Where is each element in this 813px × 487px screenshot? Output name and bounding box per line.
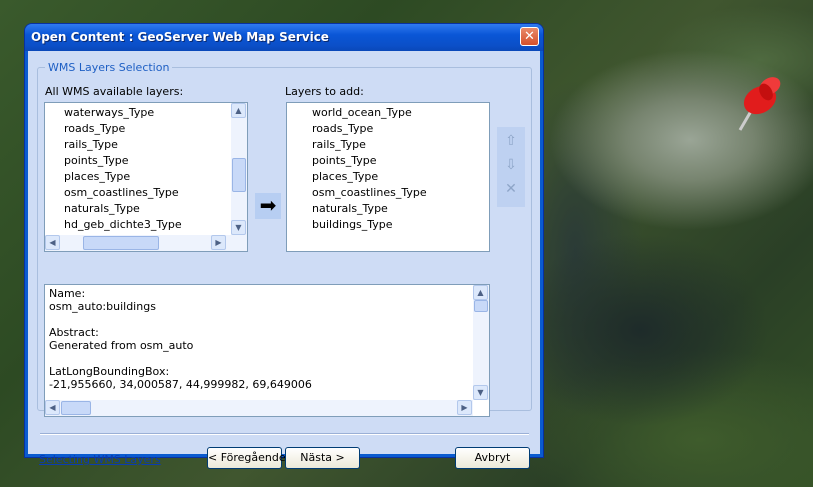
vertical-scrollbar[interactable]: ▲ ▼ xyxy=(473,285,489,400)
layers-to-add-list[interactable]: world_ocean_Type roads_Type rails_Type p… xyxy=(286,102,490,252)
scroll-up-icon[interactable]: ▲ xyxy=(231,103,246,118)
info-line: osm_auto:buildings xyxy=(49,300,156,313)
list-item[interactable]: rails_Type xyxy=(64,138,118,151)
list-item[interactable]: hd_geb_dichte3_Type xyxy=(64,218,182,231)
horizontal-scrollbar[interactable]: ◀ ▶ xyxy=(45,235,247,251)
list-item[interactable]: osm_coastlines_Type xyxy=(64,186,179,199)
scroll-up-icon[interactable]: ▲ xyxy=(473,285,488,300)
list-item[interactable]: roads_Type xyxy=(312,122,373,135)
list-item[interactable]: waterways_Type xyxy=(64,106,154,119)
dialog-window: Open Content : GeoServer Web Map Service… xyxy=(25,24,543,469)
info-line: Abstract: xyxy=(49,326,99,339)
info-line: Name: xyxy=(49,287,86,300)
info-line: LatLongBoundingBox: xyxy=(49,365,170,378)
scroll-thumb[interactable] xyxy=(61,401,91,415)
list-item[interactable]: naturals_Type xyxy=(312,202,388,215)
list-item[interactable]: points_Type xyxy=(64,154,129,167)
scroll-down-icon[interactable]: ▼ xyxy=(231,220,246,235)
title-bar[interactable]: Open Content : GeoServer Web Map Service… xyxy=(25,24,543,51)
scroll-right-icon[interactable]: ▶ xyxy=(457,400,472,415)
pushpin-icon[interactable] xyxy=(726,70,786,140)
vertical-scrollbar[interactable]: ▲ ▼ xyxy=(231,103,247,235)
info-line: -21,955660, 34,000587, 44,999982, 69,649… xyxy=(49,378,312,391)
list-item[interactable]: world_ocean_Type xyxy=(312,106,412,119)
scroll-thumb[interactable] xyxy=(474,300,488,312)
move-down-icon[interactable]: ⇩ xyxy=(503,157,519,173)
group-title: WMS Layers Selection xyxy=(45,61,173,74)
order-tools: ⇧ ⇩ ✕ xyxy=(497,127,525,207)
available-layers-label: All WMS available layers: xyxy=(45,85,184,98)
list-item[interactable]: roads_Type xyxy=(64,122,125,135)
available-layers-list[interactable]: waterways_Type roads_Type rails_Type poi… xyxy=(44,102,248,252)
back-button[interactable]: < Föregående xyxy=(207,447,286,469)
next-button[interactable]: Nästa > xyxy=(285,447,360,469)
close-button[interactable]: ✕ xyxy=(520,27,539,46)
list-item[interactable]: naturals_Type xyxy=(64,202,140,215)
list-item[interactable]: places_Type xyxy=(64,170,130,183)
list-item[interactable]: osm_coastlines_Type xyxy=(312,186,427,199)
scroll-thumb[interactable] xyxy=(83,236,159,250)
horizontal-scrollbar[interactable]: ◀ ▶ xyxy=(45,400,473,416)
scroll-thumb[interactable] xyxy=(232,158,246,192)
list-item[interactable]: places_Type xyxy=(312,170,378,183)
dialog-client: WMS Layers Selection All WMS available l… xyxy=(28,51,540,469)
list-item[interactable]: buildings_Type xyxy=(312,218,393,231)
remove-icon[interactable]: ✕ xyxy=(503,181,519,197)
scroll-left-icon[interactable]: ◀ xyxy=(45,400,60,415)
layer-info-box[interactable]: Name: osm_auto:buildings Abstract: Gener… xyxy=(44,284,490,417)
list-item[interactable]: rails_Type xyxy=(312,138,366,151)
window-title: Open Content : GeoServer Web Map Service xyxy=(31,30,329,44)
help-link[interactable]: Selecting WMS Layers xyxy=(39,453,161,466)
list-item[interactable]: points_Type xyxy=(312,154,377,167)
scroll-right-icon[interactable]: ▶ xyxy=(211,235,226,250)
info-line: Generated from osm_auto xyxy=(49,339,194,352)
divider xyxy=(40,433,529,435)
layers-to-add-label: Layers to add: xyxy=(285,85,364,98)
scroll-left-icon[interactable]: ◀ xyxy=(45,235,60,250)
cancel-button[interactable]: Avbryt xyxy=(455,447,530,469)
add-layer-button[interactable]: ➡ xyxy=(255,193,281,219)
move-up-icon[interactable]: ⇧ xyxy=(503,133,519,149)
scroll-down-icon[interactable]: ▼ xyxy=(473,385,488,400)
